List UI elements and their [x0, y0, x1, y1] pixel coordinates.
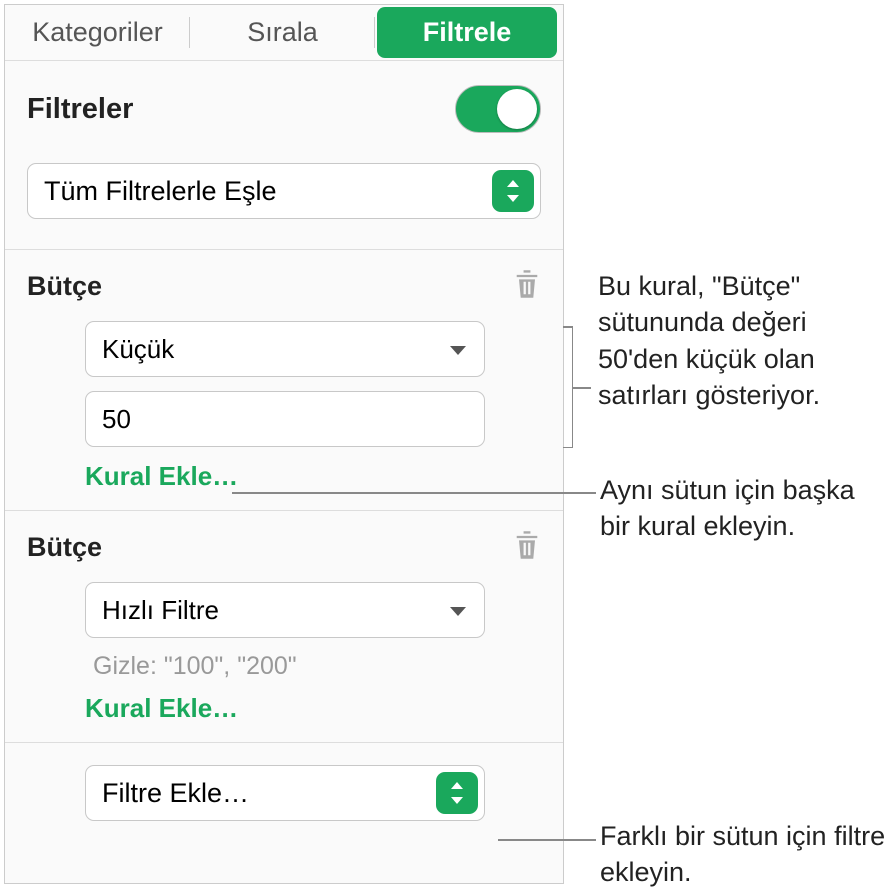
add-filter-select[interactable]: Filtre Ekle… [85, 765, 485, 821]
tab-label: Filtrele [423, 17, 512, 48]
filter-block-1: Bütçe Küçük 50 Kural Ekle… [5, 250, 563, 492]
add-filter-label: Filtre Ekle… [102, 778, 249, 809]
tab-label: Sırala [247, 17, 318, 48]
trash-icon[interactable] [513, 529, 541, 566]
filters-title: Filtreler [27, 93, 133, 126]
callout-bracket [572, 326, 573, 448]
column-title: Bütçe [27, 271, 102, 302]
filter-panel: Kategoriler Sırala Filtrele Filtreler Tü… [4, 4, 564, 884]
operator-label: Hızlı Filtre [102, 595, 219, 626]
callout-add-filter: Farklı bir sütun için filtre ekleyin. [600, 818, 890, 891]
filters-toggle[interactable] [455, 85, 541, 133]
tab-categories[interactable]: Kategoriler [5, 5, 190, 60]
match-mode-label: Tüm Filtrelerle Eşle [44, 176, 277, 207]
match-mode-select[interactable]: Tüm Filtrelerle Eşle [27, 163, 541, 219]
tab-filter[interactable]: Filtrele [377, 7, 557, 58]
tab-sort[interactable]: Sırala [190, 5, 375, 60]
quick-filter-hint: Gizle: "100", "200" [93, 652, 541, 681]
updown-icon [436, 772, 478, 814]
operator-select[interactable]: Hızlı Filtre [85, 582, 485, 638]
match-mode-row: Tüm Filtrelerle Eşle [5, 143, 563, 231]
updown-icon [492, 170, 534, 212]
filters-header: Filtreler [5, 61, 563, 143]
tabbar: Kategoriler Sırala Filtrele [5, 5, 563, 61]
operator-label: Küçük [102, 334, 174, 365]
trash-icon[interactable] [513, 268, 541, 305]
add-rule-button[interactable]: Kural Ekle… [85, 693, 541, 724]
column-title: Bütçe [27, 532, 102, 563]
callout-rule-desc: Bu kural, "Bütçe" sütununda değeri 50'de… [598, 268, 888, 414]
value-text: 50 [102, 404, 131, 435]
callout-line [498, 839, 596, 841]
chevron-down-icon [448, 595, 468, 626]
callout-line [232, 492, 596, 494]
operator-select[interactable]: Küçük [85, 321, 485, 377]
chevron-down-icon [448, 334, 468, 365]
add-rule-button[interactable]: Kural Ekle… [85, 461, 541, 492]
tab-label: Kategoriler [32, 17, 163, 48]
add-rule-label: Kural Ekle… [85, 693, 238, 723]
filter-block-2: Bütçe Hızlı Filtre Gizle: "100", "200" K… [5, 511, 563, 724]
value-input[interactable]: 50 [85, 391, 485, 447]
callout-add-rule: Aynı sütun için başka bir kural ekleyin. [600, 472, 890, 545]
add-rule-label: Kural Ekle… [85, 461, 238, 491]
